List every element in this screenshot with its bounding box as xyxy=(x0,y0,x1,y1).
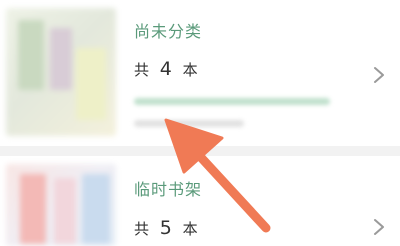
shelf-title: 尚未分类 xyxy=(134,22,203,41)
book-spine xyxy=(20,174,46,244)
count-number: 4 xyxy=(159,58,174,80)
shelf-title: 临时书架 xyxy=(134,180,203,199)
shelf-card-uncategorized[interactable]: 尚未分类 共 4 本 xyxy=(0,0,400,146)
book-spine xyxy=(18,20,44,90)
shelf-cover-thumbnail xyxy=(6,8,116,136)
shelf-cover-thumbnail xyxy=(6,164,116,246)
bookshelf-list-screen: 尚未分类 共 4 本 临时书架 共 5 本 xyxy=(0,0,400,246)
book-spine xyxy=(54,178,76,244)
book-spine xyxy=(82,174,110,244)
shelf-card-temporary[interactable]: 临时书架 共 5 本 xyxy=(0,156,400,246)
book-spine xyxy=(76,48,106,120)
blurred-book-title-line xyxy=(134,98,330,105)
count-number: 5 xyxy=(159,217,174,239)
chevron-right-icon[interactable] xyxy=(372,218,386,236)
shelf-book-count: 共 5 本 xyxy=(134,217,200,239)
chevron-right-icon[interactable] xyxy=(372,66,386,84)
shelf-book-count: 共 4 本 xyxy=(134,58,200,80)
book-spine xyxy=(50,28,72,90)
count-suffix: 本 xyxy=(182,220,200,238)
count-prefix: 共 xyxy=(134,220,152,238)
blurred-book-meta-line xyxy=(134,120,244,127)
count-suffix: 本 xyxy=(182,61,200,79)
count-prefix: 共 xyxy=(134,61,152,79)
